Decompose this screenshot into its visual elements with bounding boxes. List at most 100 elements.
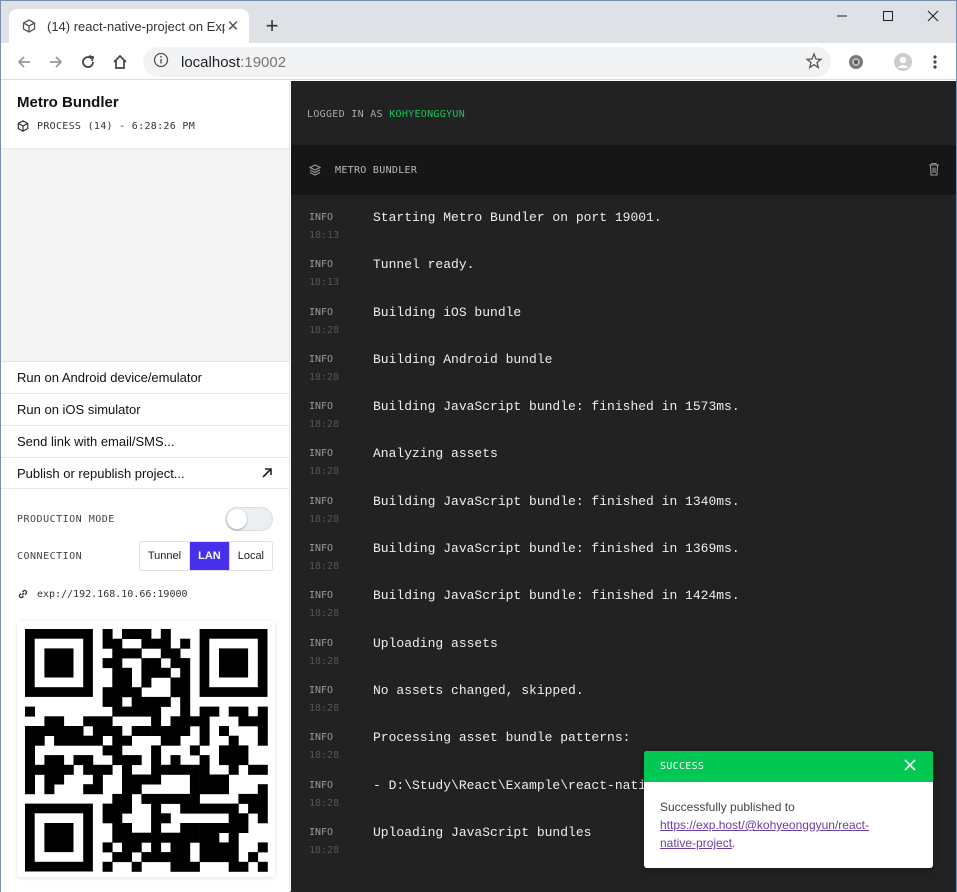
browser-tab[interactable]: (14) react-native-project on Exp ✕	[9, 9, 249, 43]
log-entry: INFO 18:28 Building JavaScript bundle: fin…	[291, 536, 956, 583]
exp-url-row: exp://192.168.10.66:19000	[17, 586, 273, 602]
log-level: INFO	[309, 353, 334, 365]
send-link-label: Send link with email/SMS...	[17, 434, 175, 449]
log-time: 18:28	[309, 513, 340, 525]
cube-icon	[17, 120, 29, 132]
log-entry: INFO 18:28 Building iOS bundle	[291, 300, 956, 347]
production-mode-row: PRODUCTION MODE	[17, 506, 273, 532]
exp-url[interactable]: exp://192.168.10.66:19000	[37, 589, 188, 600]
publish-label: Publish or republish project...	[17, 465, 185, 481]
extension-icon[interactable]	[843, 49, 869, 75]
log-message: Tunnel ready.	[373, 257, 475, 273]
log-time: 18:28	[309, 844, 340, 856]
log-time: 18:13	[309, 277, 340, 289]
run-android-button[interactable]: Run on Android device/emulator	[1, 361, 289, 393]
connection-tunnel-button[interactable]: Tunnel	[139, 542, 191, 570]
production-mode-toggle[interactable]	[225, 507, 273, 531]
toast-text: Successfully published to	[660, 800, 795, 814]
tab-strip: (14) react-native-project on Exp ✕ +	[1, 1, 956, 43]
log-time: 18:28	[309, 371, 340, 383]
log-level: INFO	[309, 259, 334, 271]
log-level: INFO	[309, 732, 334, 744]
username[interactable]: KOHYEONGGYUN	[389, 109, 465, 120]
log-level: INFO	[309, 495, 334, 507]
qr-code	[17, 621, 275, 877]
log-time: 18:13	[309, 230, 340, 241]
logged-in-status: LOGGED IN AS KOHYEONGGYUN	[307, 109, 465, 120]
browser-toolbar: localhost:19002	[1, 43, 956, 80]
log-message: No assets changed, skipped.	[373, 682, 584, 698]
run-ios-label: Run on iOS simulator	[17, 402, 141, 417]
process-label: PROCESS (14) - 6:28:26 PM	[37, 120, 196, 132]
bookmark-star-icon[interactable]	[805, 52, 823, 75]
log-message: Building JavaScript bundle: finished in …	[373, 541, 740, 557]
log-entry: INFO 18:28 No assets changed, skipped.	[291, 678, 956, 725]
log-level: INFO	[309, 212, 334, 223]
log-time: 18:28	[309, 561, 340, 573]
log-level: INFO	[309, 684, 334, 696]
log-level: INFO	[309, 448, 334, 460]
log-entry: INFO 18:28 Uploading assets	[291, 631, 956, 678]
logged-in-prefix: LOGGED IN AS	[307, 109, 383, 120]
back-icon[interactable]	[11, 49, 37, 75]
run-android-label: Run on Android device/emulator	[17, 370, 203, 385]
url-host: localhost	[181, 53, 241, 71]
published-link[interactable]: https://exp.host/@kohyeonggyun/react-nat…	[660, 818, 869, 850]
log-entry: INFO 18:28 Building JavaScript bundle: fin…	[291, 583, 956, 630]
info-icon[interactable]	[153, 52, 169, 73]
browser-window: (14) react-native-project on Exp ✕ + loc…	[0, 0, 957, 892]
toggle-knob	[227, 509, 247, 529]
log-time: 18:28	[309, 797, 340, 809]
metro-bundler-header: METRO BUNDLER	[291, 145, 956, 195]
home-icon[interactable]	[107, 49, 133, 75]
log-level: INFO	[309, 826, 334, 838]
minimize-icon[interactable]	[819, 1, 865, 31]
forward-icon[interactable]	[43, 49, 69, 75]
log-entry: INFO 18:28 Building JavaScript bundle: fin…	[291, 489, 956, 536]
log-level: INFO	[309, 637, 334, 649]
connection-label: CONNECTION	[17, 550, 83, 562]
log-message: Building JavaScript bundle: finished in …	[373, 493, 740, 509]
log-level: INFO	[309, 543, 334, 555]
log-message: Analyzing assets	[373, 446, 498, 462]
log-time: 18:28	[309, 608, 340, 620]
toast-title: SUCCESS	[660, 761, 705, 772]
tab-close-icon[interactable]: ✕	[225, 18, 241, 34]
toast-header: SUCCESS	[644, 751, 933, 782]
trash-icon[interactable]	[928, 162, 940, 181]
publish-button[interactable]: Publish or republish project...	[1, 457, 289, 489]
log-message: Building JavaScript bundle: finished in …	[373, 588, 740, 604]
sidebar-header: Metro Bundler PROCESS (14) - 6:28:26 PM	[1, 81, 289, 149]
reload-icon[interactable]	[75, 49, 101, 75]
log-message: Starting Metro Bundler on port 19001.	[373, 210, 662, 225]
run-ios-button[interactable]: Run on iOS simulator	[1, 393, 289, 425]
log-message: Building JavaScript bundle: finished in …	[373, 399, 740, 415]
external-arrow-icon	[261, 467, 273, 482]
log-time: 18:28	[309, 324, 340, 336]
link-line1: https://exp.host/@kohyeonggyun/react-	[660, 818, 869, 832]
log-time: 18:28	[309, 702, 340, 714]
maximize-icon[interactable]	[865, 1, 911, 31]
profile-avatar-icon[interactable]	[890, 49, 916, 75]
menu-kebab-icon[interactable]	[922, 49, 948, 75]
log-message: Processing asset bundle patterns:	[373, 730, 631, 746]
address-bar[interactable]: localhost:19002	[143, 47, 831, 77]
send-link-button[interactable]: Send link with email/SMS...	[1, 425, 289, 457]
toast-body: Successfully published to https://exp.ho…	[644, 782, 933, 852]
new-tab-button[interactable]: +	[259, 13, 285, 39]
log-message: Uploading JavaScript bundles	[373, 824, 592, 840]
link-line2: native-project	[660, 836, 733, 850]
log-message: Uploading assets	[373, 635, 498, 651]
log-entry: INFO 18:13 Starting Metro Bundler on port …	[291, 205, 956, 252]
connection-lan-button[interactable]: LAN	[190, 542, 230, 570]
qr-code-image	[25, 629, 268, 872]
expo-cube-icon	[21, 18, 37, 34]
close-window-icon[interactable]	[910, 1, 956, 31]
connection-local-button[interactable]: Local	[229, 542, 272, 570]
log-entry: INFO 18:28 Building JavaScript bundle: fin…	[291, 394, 956, 441]
toast-close-icon[interactable]	[903, 758, 917, 775]
sidebar: Metro Bundler PROCESS (14) - 6:28:26 PM …	[1, 81, 290, 892]
log-message: Building iOS bundle	[373, 304, 522, 320]
link-icon	[17, 588, 29, 600]
url-port: :19002	[240, 53, 287, 71]
